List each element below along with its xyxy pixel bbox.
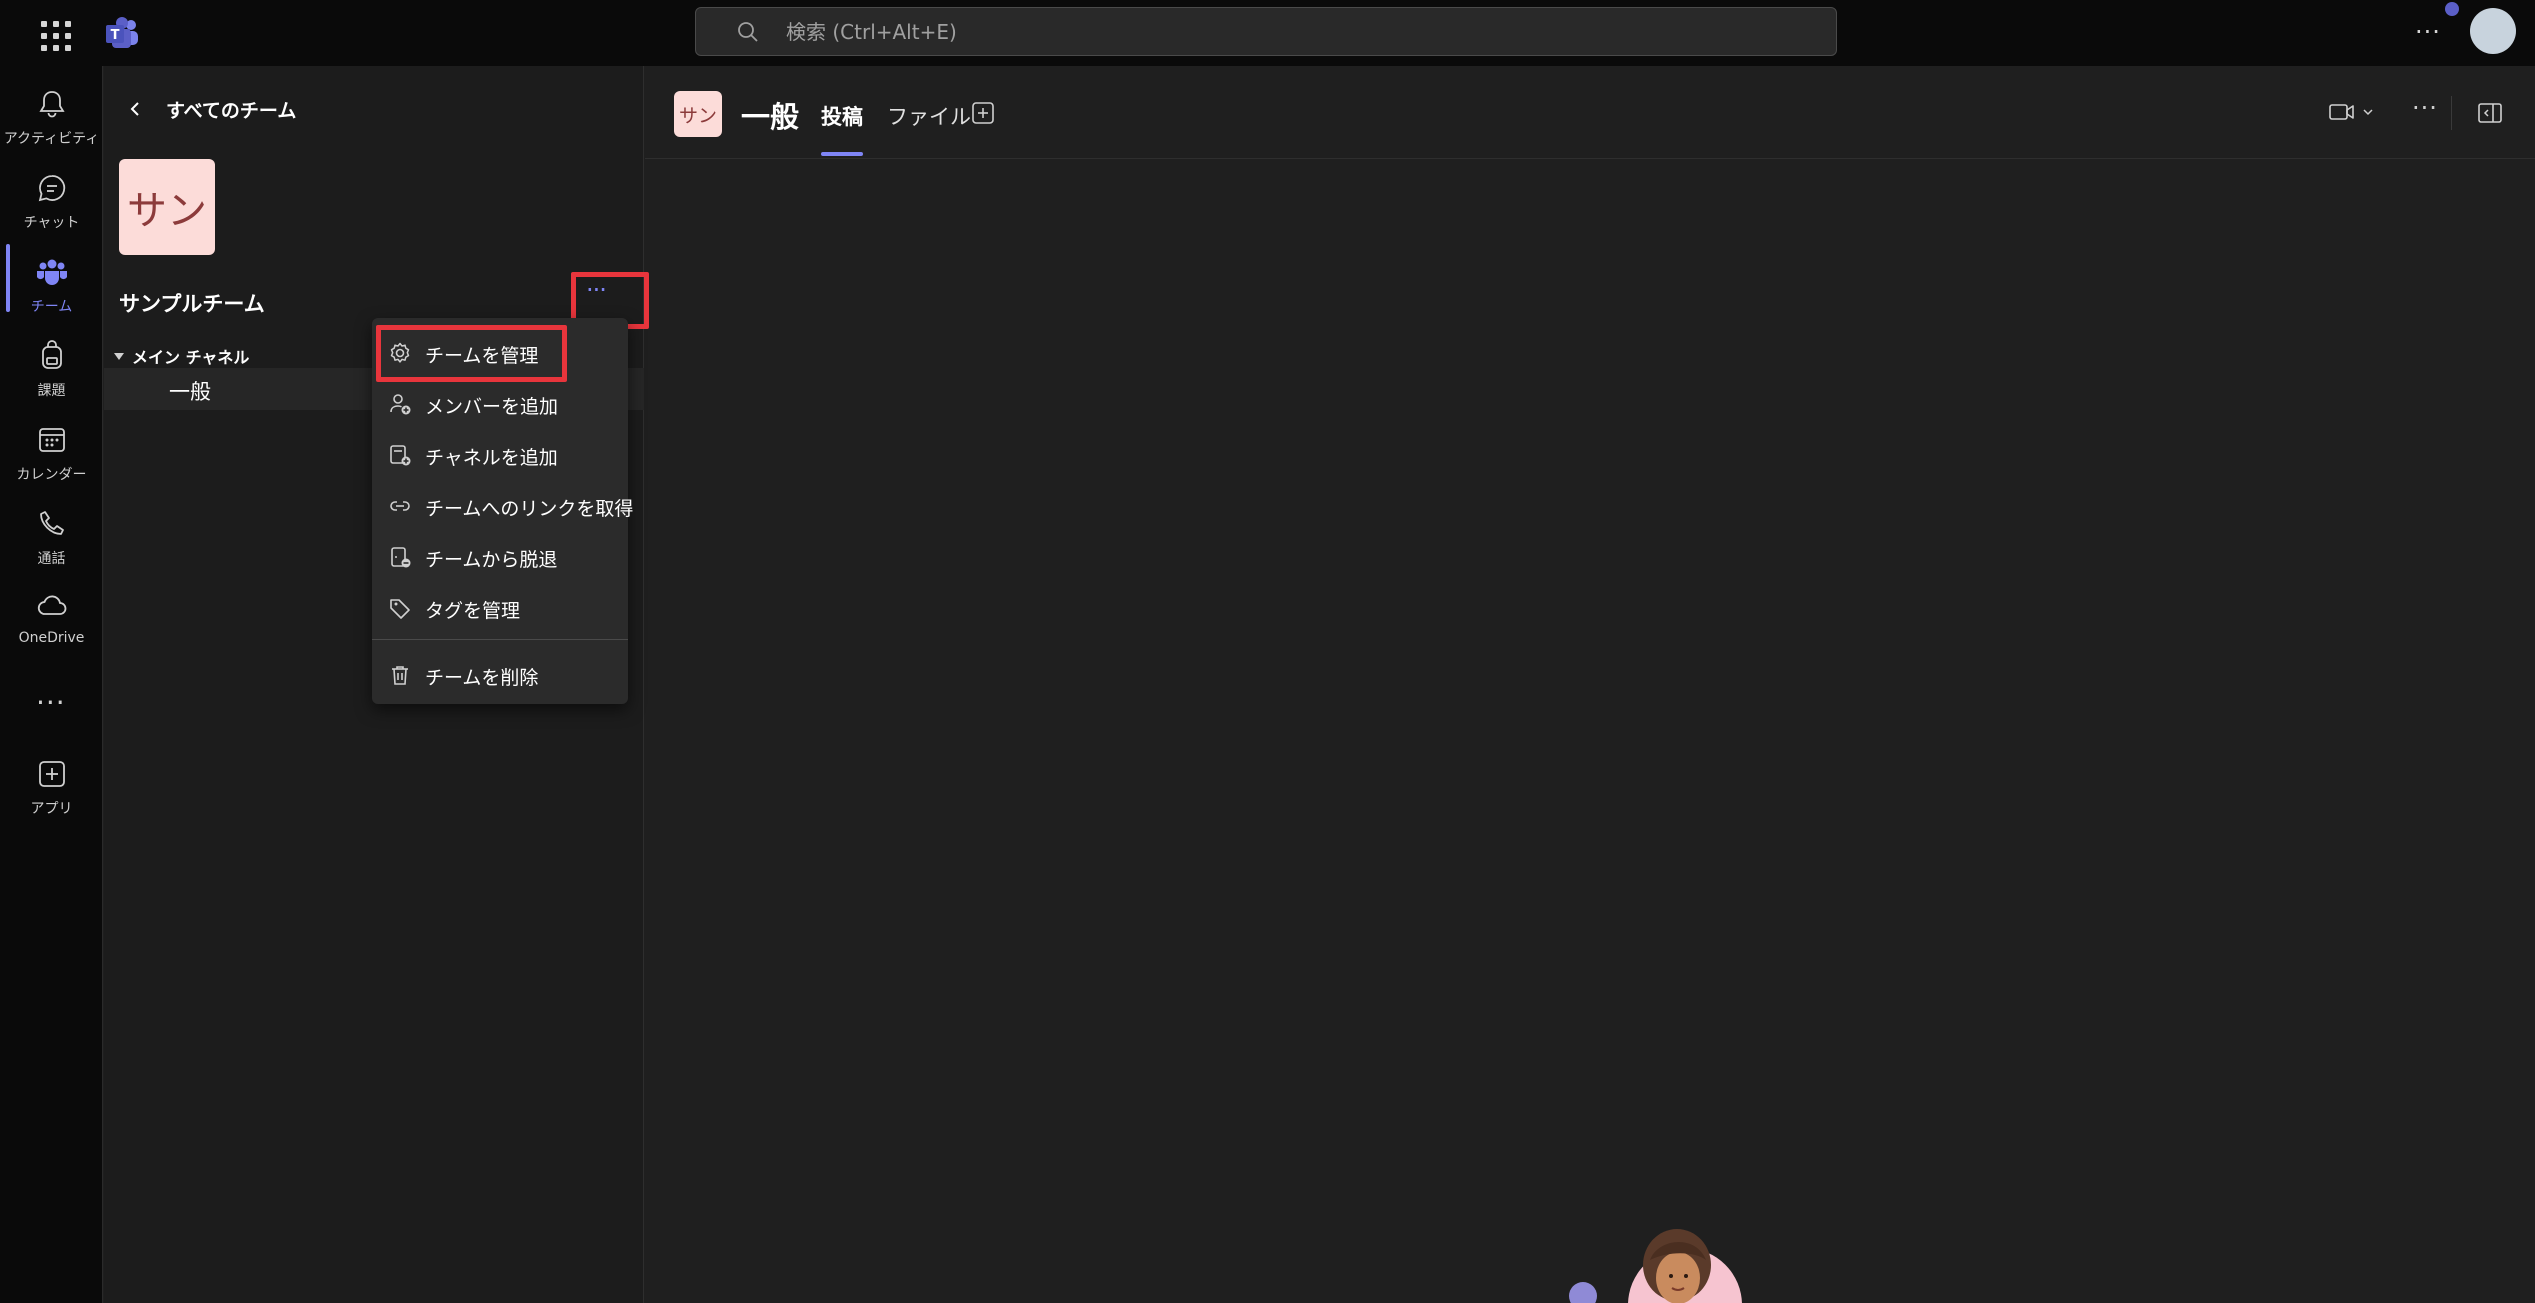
search-input[interactable] [786, 8, 1686, 55]
team-name: サンプルチーム [119, 292, 265, 316]
highlight-box-manage-team [376, 325, 567, 382]
cloud-icon [37, 595, 67, 615]
video-call-icon[interactable] [2328, 100, 2384, 124]
rail-label: チャット [23, 215, 80, 231]
menu-label: チームから脱退 [425, 549, 558, 571]
top-bar: T ··· [0, 0, 2535, 66]
menu-label: チームを削除 [425, 667, 539, 689]
tab-posts[interactable]: 投稿 [821, 101, 863, 131]
caret-down-icon [114, 352, 124, 360]
user-avatar[interactable] [2470, 8, 2516, 54]
add-person-icon [390, 394, 411, 415]
rail-label: OneDrive [18, 630, 85, 646]
tab-active-indicator [821, 152, 863, 156]
menu-item-manage-tags[interactable]: タグを管理 [372, 583, 628, 633]
more-options-icon[interactable]: ··· [2415, 18, 2441, 46]
trash-icon [392, 666, 408, 685]
menu-item-add-member[interactable]: メンバーを追加 [372, 379, 628, 429]
svg-text:T: T [111, 28, 120, 43]
channel-title: 一般 [741, 100, 800, 134]
app-launcher-icon[interactable] [36, 16, 71, 51]
teams-icon [37, 259, 67, 285]
rail-item-calls[interactable]: 通話 [0, 496, 103, 574]
calendar-icon [39, 428, 65, 452]
menu-item-get-link[interactable]: チームへのリンクを取得 [372, 481, 633, 531]
search-icon [738, 22, 758, 42]
rail-label: アプリ [30, 801, 73, 817]
empty-state-illustration [1569, 1229, 1742, 1303]
bell-icon [39, 91, 65, 118]
chat-icon [38, 175, 66, 202]
add-tab-icon[interactable] [971, 101, 995, 125]
rail-label: カレンダー [16, 467, 87, 483]
add-app-icon [39, 761, 65, 787]
menu-item-delete-team[interactable]: チームを削除 [372, 650, 628, 700]
rail-item-chat[interactable]: チャット [0, 160, 103, 238]
channel-label: 一般 [169, 380, 211, 404]
menu-label: チームへのリンクを取得 [425, 498, 634, 520]
rail-item-activity[interactable]: アクティビティ [0, 76, 103, 154]
back-to-all-teams[interactable]: すべてのチーム [126, 94, 296, 124]
rail-item-assignments[interactable]: 課題 [0, 328, 103, 406]
rail-item-apps[interactable]: アプリ [0, 746, 103, 824]
add-channel-icon [390, 445, 411, 466]
rail-label: アクティビティ [3, 131, 100, 147]
channel-section-header[interactable]: メイン チャネル [114, 344, 249, 368]
menu-label: チャネルを追加 [425, 447, 558, 469]
rail-label: 課題 [37, 383, 66, 399]
back-label: すべてのチーム [166, 99, 297, 122]
phone-icon [40, 511, 64, 535]
leave-icon [391, 547, 411, 568]
channel-more-options-icon[interactable]: ··· [2412, 94, 2438, 122]
menu-item-leave-team[interactable]: チームから脱退 [372, 532, 628, 582]
link-icon [390, 501, 410, 511]
side-panel-toggle-icon[interactable] [2477, 102, 2503, 124]
section-label: メイン チャネル [132, 348, 250, 367]
tab-files[interactable]: ファイル [887, 101, 971, 131]
rail-label: 通話 [37, 551, 66, 567]
search-box[interactable] [695, 7, 1837, 56]
rail-item-teams[interactable]: チーム [0, 244, 103, 322]
app-rail: アクティビティ チャット チーム 課題 カレンダー 通話 OneDrive ··… [0, 66, 103, 1303]
notification-dot [2445, 2, 2459, 16]
menu-label: メンバーを追加 [425, 396, 559, 418]
rail-item-onedrive[interactable]: OneDrive [0, 578, 103, 656]
channel-team-avatar: サン [674, 91, 722, 137]
menu-label: タグを管理 [425, 600, 521, 622]
menu-item-add-channel[interactable]: チャネルを追加 [372, 430, 628, 480]
menu-divider [372, 639, 628, 640]
chevron-left-icon [130, 102, 139, 116]
more-apps-icon[interactable]: ··· [36, 686, 66, 719]
teams-logo-icon: T [106, 17, 138, 48]
tag-icon [390, 599, 410, 619]
team-avatar: サン [119, 159, 215, 255]
rail-item-calendar[interactable]: カレンダー [0, 412, 103, 490]
header-divider [2451, 96, 2452, 130]
channel-header: サン 一般 投稿 ファイル ··· [645, 66, 2535, 159]
rail-label: チーム [30, 299, 73, 315]
backpack-icon [42, 340, 62, 369]
